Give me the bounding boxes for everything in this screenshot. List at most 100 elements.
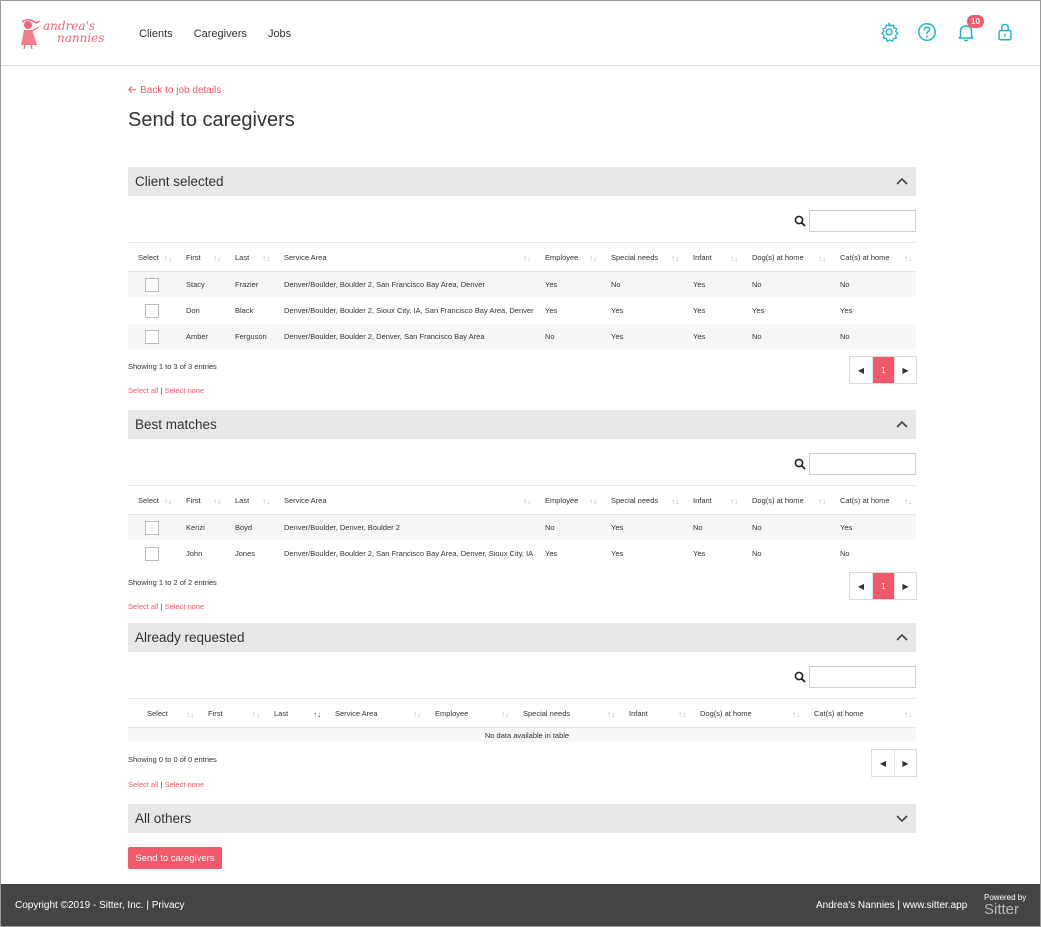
already-requested-search <box>128 666 916 690</box>
column-header[interactable]: Cat(s) at home ↑↓ <box>830 485 916 515</box>
send-to-caregivers-button[interactable]: Send to caregivers <box>128 847 222 869</box>
row-select-checkbox[interactable] <box>145 546 159 561</box>
search-input[interactable] <box>809 666 916 688</box>
column-header[interactable]: Infant ↑↓ <box>683 242 742 272</box>
footer: Copyright ©2019 - Sitter, Inc. | Privacy… <box>1 884 1040 926</box>
next-page-button[interactable]: ▶ <box>894 357 916 383</box>
section-client-selected-header[interactable]: Client selected <box>128 167 916 196</box>
top-icon-group: 10 <box>878 15 1018 45</box>
section-best-matches-header[interactable]: Best matches <box>128 410 916 439</box>
brand-name: andrea's nannies <box>43 20 133 44</box>
table-info: Showing 0 to 0 of 0 entries <box>128 755 217 764</box>
column-header[interactable]: Dog(s) at home ↑↓ <box>690 698 804 728</box>
column-header[interactable]: Service Area ↑↓ <box>325 698 425 728</box>
column-header[interactable]: Employee ↑↓ <box>425 698 513 728</box>
table-info: Showing 1 to 3 of 3 entries <box>128 362 217 371</box>
nav-jobs[interactable]: Jobs <box>268 28 291 40</box>
select-links: Select all | Select none <box>128 780 205 789</box>
prev-page-button[interactable]: ◀ <box>850 357 872 383</box>
pagination: ◀ 1 ▶ <box>849 572 917 600</box>
prev-page-button[interactable]: ◀ <box>872 750 894 776</box>
column-header[interactable]: Service Area ↑↓ <box>274 242 535 272</box>
copyright-text: Copyright ©2019 - Sitter, Inc. <box>15 900 144 911</box>
section-all-others-header[interactable]: All others <box>128 804 916 833</box>
column-header[interactable]: Last ↑↓ <box>225 242 274 272</box>
column-header[interactable]: Last ↑↓ <box>225 485 274 515</box>
column-header[interactable]: Dog(s) at home ↑↓ <box>742 242 830 272</box>
select-none-link[interactable]: Select none <box>165 602 205 611</box>
privacy-link[interactable]: Privacy <box>152 900 185 911</box>
column-header[interactable]: Special needs ↑↓ <box>601 242 683 272</box>
column-header[interactable]: First ↑↓ <box>198 698 264 728</box>
column-header[interactable]: First ↑↓ <box>176 485 225 515</box>
back-to-job-details-link[interactable]: 🡠 Back to job details <box>128 83 221 100</box>
section-already-requested-header[interactable]: Already requested <box>128 623 916 652</box>
cell-dogs: No <box>742 323 830 350</box>
cell-last: Boyd <box>225 514 274 541</box>
gear-icon[interactable] <box>878 21 900 43</box>
cell-service-area: Denver/Boulder, Boulder 2, Denver, San F… <box>274 323 535 350</box>
column-header[interactable]: Infant ↑↓ <box>619 698 690 728</box>
column-header[interactable]: Cat(s) at home ↑↓ <box>830 242 916 272</box>
question-circle-icon[interactable] <box>916 21 938 43</box>
table-row: John Jones Denver/Boulder, Boulder 2, Sa… <box>128 540 916 567</box>
brand-logo[interactable]: andrea's nannies <box>19 19 109 49</box>
select-none-link[interactable]: Select none <box>165 386 205 395</box>
cell-first: Don <box>176 297 225 324</box>
footer-left: Copyright ©2019 - Sitter, Inc. | Privacy <box>15 900 185 911</box>
section-title: All others <box>135 811 192 826</box>
column-header[interactable]: Cat(s) at home ↑↓ <box>804 698 916 728</box>
row-select-checkbox[interactable] <box>145 303 159 318</box>
column-header[interactable]: First ↑↓ <box>176 242 225 272</box>
select-all-link[interactable]: Select all <box>128 602 158 611</box>
cell-service-area: Denver/Boulder, Boulder 2, Sioux City, I… <box>274 297 535 324</box>
row-select-checkbox[interactable] <box>145 329 159 344</box>
row-select-checkbox[interactable] <box>145 277 159 292</box>
best-matches-table: Select ↑↓ First ↑↓ Last ↑↓ Service Area ↑↓ E… <box>128 485 916 567</box>
footer-right-text: Andrea's Nannies | www.sitter.app <box>816 900 968 911</box>
page-1-button[interactable]: 1 <box>872 357 894 383</box>
back-link-label: Back to job details <box>140 85 222 96</box>
cell-employee: Yes <box>535 297 601 324</box>
column-header[interactable]: Select ↑↓ <box>128 698 198 728</box>
lock-icon[interactable] <box>994 21 1016 43</box>
column-header[interactable]: Special needs ↑↓ <box>513 698 619 728</box>
page-1-button[interactable]: 1 <box>872 573 894 599</box>
column-header[interactable]: Select ↑↓ <box>128 485 176 515</box>
cell-service-area: Denver/Boulder, Boulder 2, San Francisco… <box>274 271 535 298</box>
client-selected-search <box>128 210 916 234</box>
row-select-checkbox[interactable] <box>145 520 159 535</box>
chevron-up-icon <box>896 420 908 428</box>
column-header[interactable]: Infant ↑↓ <box>683 485 742 515</box>
select-none-link[interactable]: Select none <box>165 780 205 789</box>
notifications-button[interactable]: 10 <box>955 15 984 43</box>
next-page-button[interactable]: ▶ <box>894 573 916 599</box>
column-header[interactable]: Select ↑↓ <box>128 242 176 272</box>
cell-special-needs: Yes <box>601 540 683 567</box>
next-page-button[interactable]: ▶ <box>894 750 916 776</box>
column-header[interactable]: Dog(s) at home ↑↓ <box>742 485 830 515</box>
column-header[interactable]: Special needs ↑↓ <box>601 485 683 515</box>
cell-employee: Yes <box>535 271 601 298</box>
column-header[interactable]: Service Area ↑↓ <box>274 485 535 515</box>
column-header[interactable]: Last ↑↓ <box>264 698 325 728</box>
cell-first: Stacy <box>176 271 225 298</box>
cell-special-needs: Yes <box>601 297 683 324</box>
chevron-down-icon <box>896 815 908 823</box>
search-input[interactable] <box>809 210 916 232</box>
powered-by-sitter[interactable]: Powered by Sitter <box>984 893 1034 917</box>
cell-dogs: No <box>742 514 830 541</box>
nav-clients[interactable]: Clients <box>139 28 173 40</box>
column-header[interactable]: Employee ↑↓ <box>535 485 601 515</box>
pagination: ◀ 1 ▶ <box>849 356 917 384</box>
cell-dogs: No <box>742 540 830 567</box>
cell-service-area: Denver/Boulder, Denver, Boulder 2 <box>274 514 535 541</box>
prev-page-button[interactable]: ◀ <box>850 573 872 599</box>
select-all-link[interactable]: Select all <box>128 386 158 395</box>
nav-caregivers[interactable]: Caregivers <box>194 28 247 40</box>
select-all-link[interactable]: Select all <box>128 780 158 789</box>
search-icon <box>794 671 806 683</box>
search-input[interactable] <box>809 453 916 475</box>
table-header-row: Select ↑↓ First ↑↓ Last ↑↓ Service Area ↑↓ E… <box>128 698 916 728</box>
column-header[interactable]: Employee ↑↓ <box>535 242 601 272</box>
